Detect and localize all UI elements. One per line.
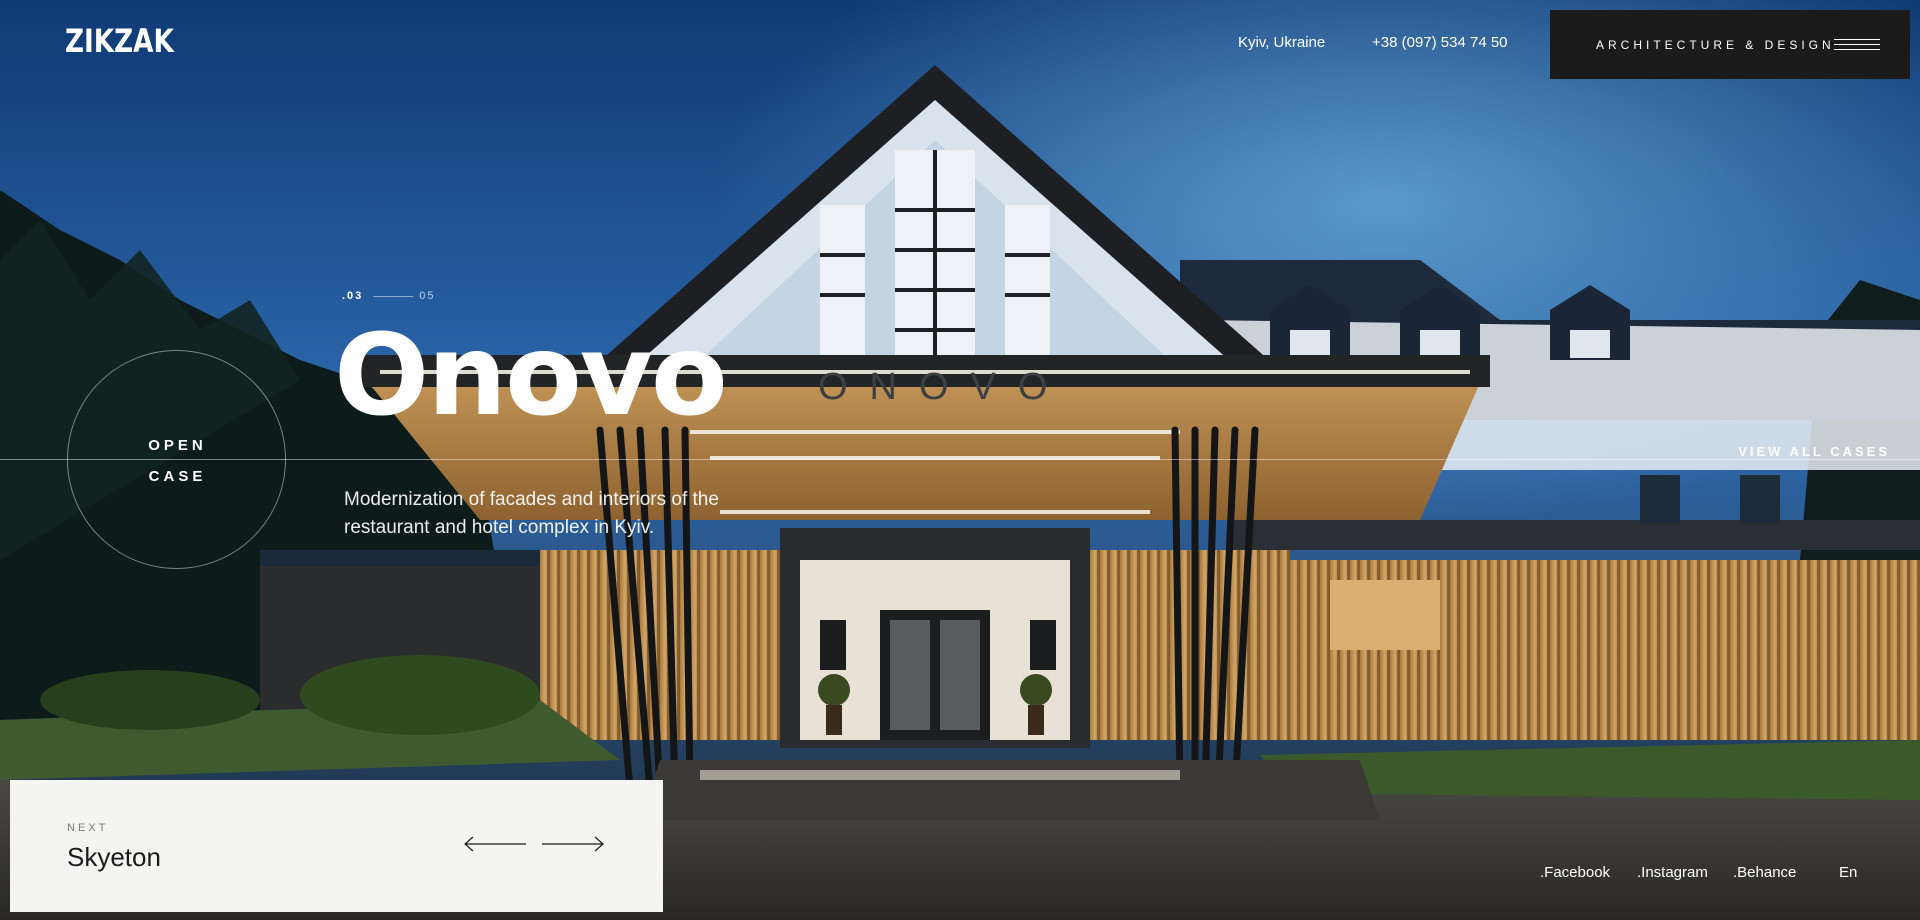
next-label: NEXT (67, 822, 109, 834)
slide-description: Modernization of facades and interiors o… (344, 489, 719, 538)
open-case-label-line2: CASE (148, 468, 207, 485)
horizontal-divider (0, 459, 1920, 460)
slide-total: 05 (419, 290, 436, 302)
slide-title: Onovo (334, 311, 728, 441)
next-case-card[interactable]: NEXT Skyeton (10, 780, 663, 912)
view-all-cases-link[interactable]: VIEW ALL CASES (1738, 444, 1890, 459)
counter-divider (373, 295, 414, 297)
open-case-label-line1: OPEN (148, 437, 207, 454)
behance-link[interactable]: .Behance (1733, 864, 1796, 881)
slide-counter: .03 05 (342, 290, 436, 302)
language-switch[interactable]: En (1839, 864, 1857, 881)
logo[interactable]: ZIKZAK (65, 22, 174, 60)
menu-label: ARCHITECTURE & DESIGN (1596, 38, 1835, 52)
next-case-title: Skyeton (67, 842, 161, 872)
hamburger-icon[interactable] (1834, 39, 1880, 50)
instagram-link[interactable]: .Instagram (1637, 864, 1708, 881)
arrow-left-icon[interactable] (463, 836, 527, 852)
hero-stage: ONOVO ZIKZAK Kyiv, Ukraine +38 (097) 534… (0, 0, 1920, 920)
slide-current: .03 (342, 290, 364, 302)
building-sign: ONOVO (818, 366, 1070, 408)
menu-panel[interactable]: ARCHITECTURE & DESIGN (1550, 10, 1910, 79)
open-case-button[interactable]: OPEN CASE (67, 350, 286, 569)
phone-link[interactable]: +38 (097) 534 74 50 (1372, 34, 1508, 51)
city-label: Kyiv, Ukraine (1238, 34, 1326, 51)
arrow-right-icon[interactable] (541, 836, 605, 852)
facebook-link[interactable]: .Facebook (1540, 864, 1610, 881)
